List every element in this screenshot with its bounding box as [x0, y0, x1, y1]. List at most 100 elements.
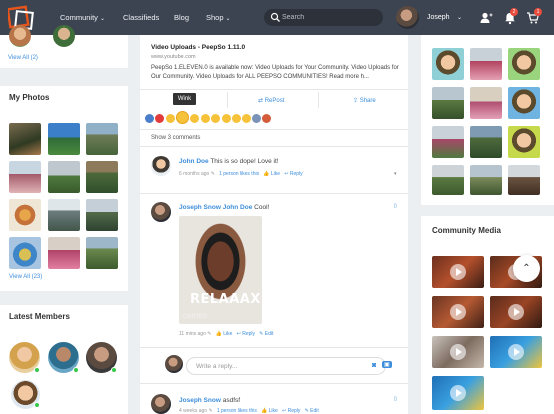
photo-thumbnail[interactable] — [508, 126, 540, 158]
edit-button[interactable]: ✎ Edit — [305, 408, 319, 414]
play-icon — [508, 304, 524, 320]
party-reaction-icon[interactable] — [262, 114, 271, 123]
photo-thumbnail[interactable] — [48, 161, 80, 193]
photo-thumbnail[interactable] — [508, 48, 540, 80]
friend-avatar[interactable] — [9, 25, 31, 47]
divider — [140, 129, 408, 130]
likers-link[interactable]: 1 person likes this — [217, 408, 257, 414]
cool-reaction-icon[interactable] — [242, 114, 251, 123]
play-icon — [450, 385, 466, 401]
reply-button[interactable]: ↩ Reply — [284, 171, 302, 177]
photo-thumbnail[interactable] — [86, 161, 118, 193]
divider — [140, 89, 408, 90]
nav-shop[interactable]: Shop ⌄ — [206, 13, 231, 22]
divider — [318, 92, 319, 108]
cry-reaction-icon[interactable] — [222, 114, 231, 123]
photo-thumbnail[interactable] — [9, 199, 41, 231]
link-preview-title[interactable]: Video Uploads - PeepSo 1.11.0 — [151, 43, 245, 52]
repost-icon: ⇄ — [258, 98, 265, 104]
video-attachment[interactable] — [179, 216, 262, 324]
comment-author[interactable]: Joseph Snow — [179, 397, 221, 404]
play-icon — [508, 344, 524, 360]
wow-reaction-icon[interactable] — [190, 114, 199, 123]
like-button[interactable]: 👍 Like — [216, 331, 233, 337]
photo-thumbnail[interactable] — [432, 165, 464, 195]
likers-link[interactable]: 1 person likes this — [219, 171, 259, 177]
comment-options-icon[interactable]: ▯ — [394, 396, 397, 402]
latest-members-widget: Latest Members — [0, 305, 128, 414]
sad-reaction-icon[interactable] — [201, 114, 210, 123]
wink-reaction-icon[interactable] — [176, 111, 189, 124]
notification-badge: 2 — [510, 8, 518, 16]
divider — [140, 347, 408, 348]
photo-thumbnail[interactable] — [9, 161, 41, 193]
user-avatar[interactable] — [396, 6, 419, 29]
play-icon — [450, 264, 466, 280]
photo-thumbnail[interactable] — [470, 165, 502, 195]
divider — [140, 193, 408, 194]
photo-thumbnail[interactable] — [470, 87, 502, 119]
photo-thumbnail[interactable] — [432, 48, 464, 80]
like-reaction-icon[interactable] — [145, 114, 154, 123]
reply-button[interactable]: ↩ Reply — [282, 408, 300, 414]
photo-thumbnail[interactable] — [508, 165, 540, 195]
photo-thumbnail[interactable] — [86, 237, 118, 269]
commenter-avatar[interactable] — [151, 202, 171, 222]
photo-thumbnail[interactable] — [470, 48, 502, 80]
reply-box[interactable]: ◙ ▣ — [186, 357, 392, 375]
like-button[interactable]: 👍 Like — [261, 408, 278, 414]
divider — [140, 383, 408, 384]
photo-thumbnail[interactable] — [9, 237, 41, 269]
commenter-avatar[interactable] — [151, 156, 171, 176]
reply-input[interactable] — [196, 361, 346, 372]
speechless-reaction-icon[interactable] — [252, 114, 261, 123]
photo-thumbnail[interactable] — [48, 237, 80, 269]
mention-link[interactable]: John Doe — [223, 204, 253, 211]
photo-thumbnail[interactable] — [508, 87, 540, 119]
nav-classifieds[interactable]: Classifieds — [123, 13, 159, 22]
comment-options-icon[interactable]: ▯ — [394, 203, 397, 209]
repost-button[interactable]: ⇄ RePost — [258, 97, 284, 104]
angry-reaction-icon[interactable] — [211, 114, 220, 123]
chevron-down-icon[interactable]: ⌄ — [457, 14, 462, 21]
photos-view-all-link[interactable]: View All (23) — [9, 274, 42, 280]
search-input[interactable] — [282, 11, 378, 24]
commenter-avatar[interactable] — [151, 394, 171, 414]
add-friend-icon[interactable] — [479, 11, 493, 25]
silly-reaction-icon[interactable] — [232, 114, 241, 123]
photo-thumbnail[interactable] — [48, 123, 80, 155]
like-button[interactable]: 👍 Like — [263, 171, 280, 177]
comment-author[interactable]: Joseph Snow — [179, 204, 221, 211]
gif-icon[interactable]: ▣ — [382, 361, 392, 368]
nav-blog[interactable]: Blog — [174, 13, 189, 22]
photo-thumbnail[interactable] — [9, 123, 41, 155]
search-bar[interactable] — [264, 9, 383, 26]
share-button[interactable]: ⇪ Share — [353, 97, 376, 104]
link-preview-url[interactable]: www.youtube.com — [151, 53, 196, 62]
reply-button[interactable]: ↩ Reply — [237, 331, 255, 337]
love-reaction-icon[interactable] — [155, 114, 164, 123]
share-icon: ⇪ — [353, 98, 360, 104]
photo-thumbnail[interactable] — [86, 123, 118, 155]
play-icon — [450, 344, 466, 360]
chevron-down-icon: ⌄ — [99, 16, 105, 22]
show-comments-link[interactable]: Show 3 comments — [151, 134, 200, 143]
nav-community[interactable]: Community ⌄ — [60, 13, 105, 22]
comment-author[interactable]: John Doe — [179, 158, 209, 165]
edit-button[interactable]: ✎ Edit — [259, 331, 273, 337]
friend-avatar[interactable] — [53, 25, 75, 47]
photo-thumbnail[interactable] — [86, 199, 118, 231]
photo-thumbnail[interactable] — [470, 126, 502, 158]
friends-view-all-link[interactable]: View All (2) — [8, 55, 38, 61]
video-caption: RELAAAX — [190, 292, 261, 307]
photo-thumbnail[interactable] — [48, 199, 80, 231]
comment-options-icon[interactable]: ▾ — [394, 171, 397, 177]
camera-icon[interactable]: ◙ — [372, 362, 376, 369]
scroll-to-top-button[interactable]: ⌃ — [513, 255, 540, 282]
play-icon — [450, 304, 466, 320]
photo-thumbnail[interactable] — [432, 126, 464, 158]
photo-thumbnail[interactable] — [432, 87, 464, 119]
user-name[interactable]: Joseph — [427, 14, 450, 21]
reply-avatar — [165, 355, 183, 373]
haha-reaction-icon[interactable] — [166, 114, 175, 123]
